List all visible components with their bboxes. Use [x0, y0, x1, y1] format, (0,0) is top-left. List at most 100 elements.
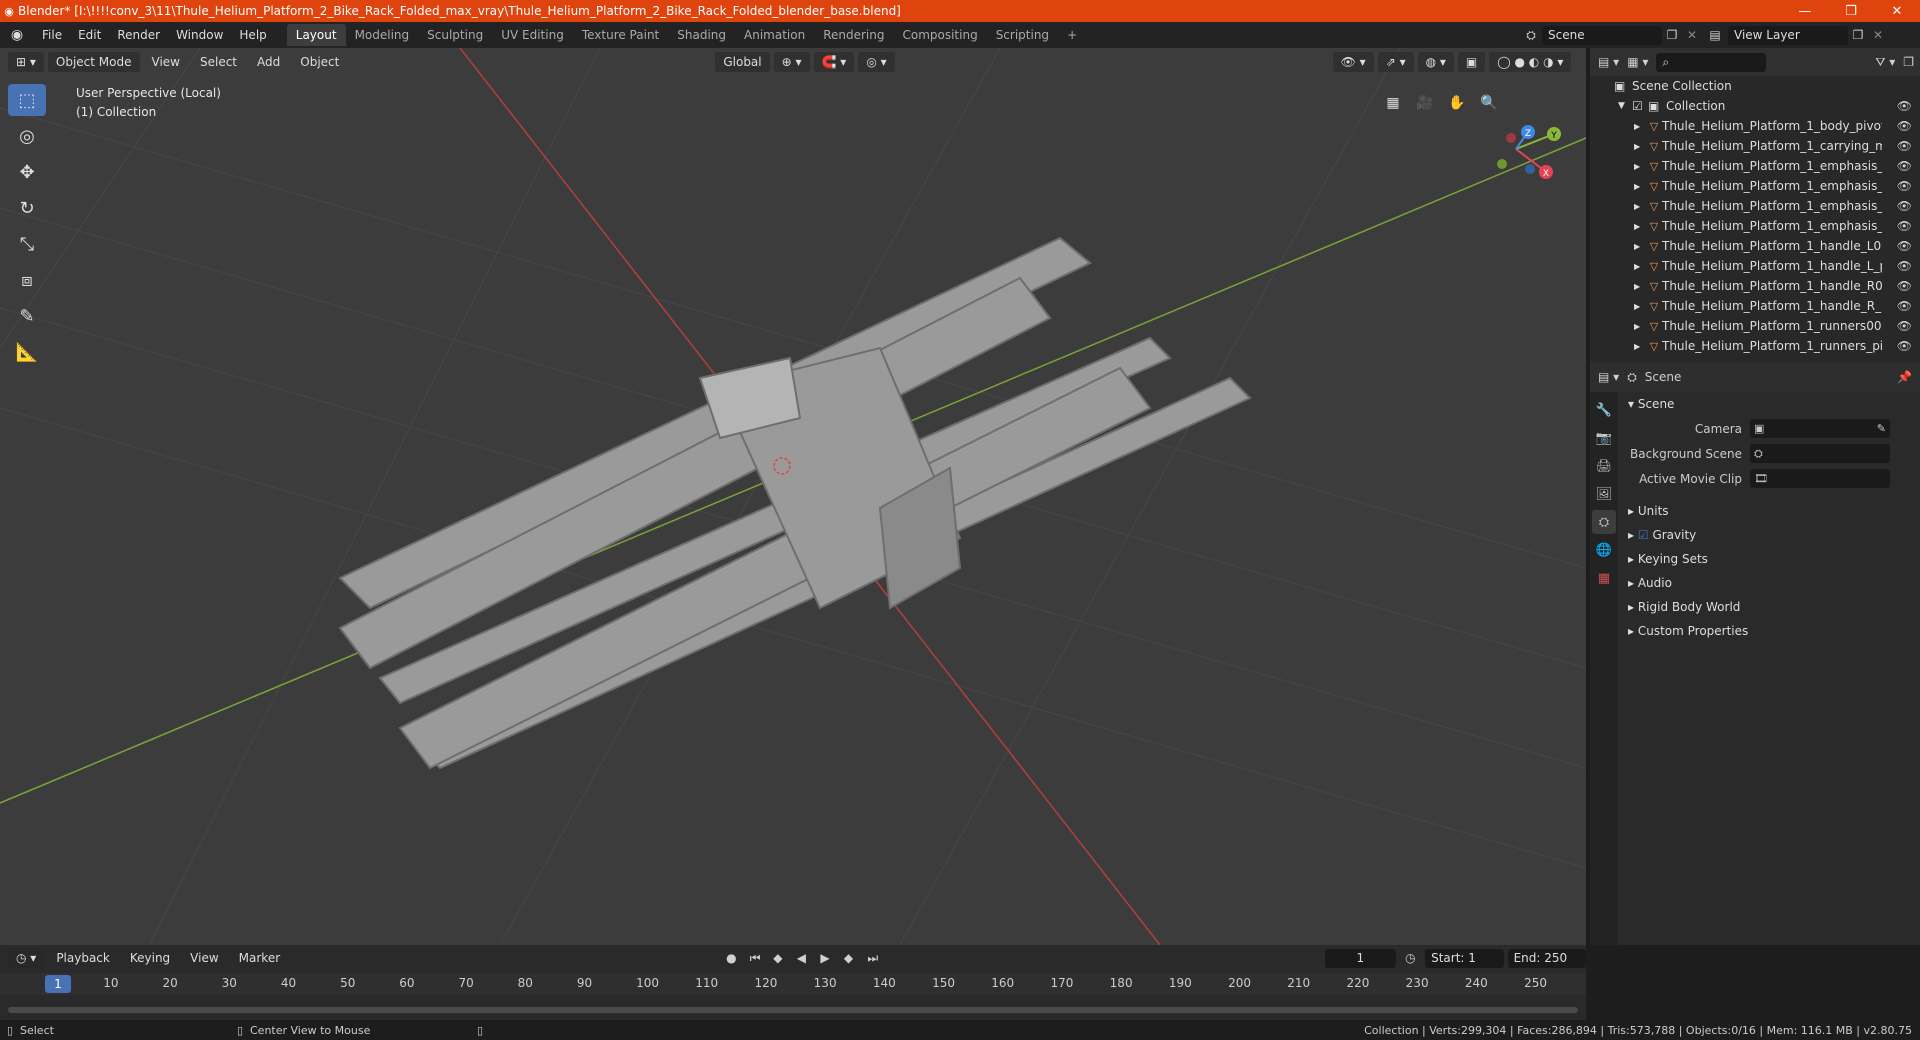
expand-arrow-icon[interactable]: ▶: [1634, 342, 1646, 351]
custom-properties-panel[interactable]: ▸ Custom Properties: [1618, 619, 1920, 643]
maximize-button[interactable]: ❐: [1828, 4, 1874, 19]
tool-tab-icon[interactable]: 🔧: [1592, 398, 1616, 422]
scene-collection-row[interactable]: ▣ Scene Collection: [1590, 76, 1920, 96]
pin-icon[interactable]: 📌: [1897, 370, 1912, 384]
snap-icon[interactable]: 🧲 ▾: [813, 52, 855, 72]
timeline-scrollbar[interactable]: [8, 1007, 1578, 1013]
tab-modeling[interactable]: Modeling: [346, 24, 419, 46]
gizmo-toggle-icon[interactable]: ⇗ ▾: [1377, 52, 1414, 72]
timeline-editor-icon[interactable]: ◷ ▾: [8, 948, 45, 968]
eye-icon[interactable]: 👁: [1897, 339, 1912, 353]
jump-start-icon[interactable]: ⏮: [750, 951, 770, 966]
gravity-panel[interactable]: ▸ ☑ Gravity: [1618, 523, 1920, 547]
scene-section-header[interactable]: ▾ Scene: [1618, 392, 1920, 416]
menu-marker[interactable]: Marker: [231, 948, 288, 968]
tab-uv-editing[interactable]: UV Editing: [492, 24, 573, 46]
eye-icon[interactable]: 👁: [1897, 199, 1912, 213]
view-layer-tab-icon[interactable]: 🖼: [1592, 482, 1616, 506]
prev-keyframe-icon[interactable]: ◆: [773, 951, 793, 965]
world-tab-icon[interactable]: 🌐: [1592, 538, 1616, 562]
outliner-item[interactable]: ▶▽Thule_Helium_Platform_1_handle_R001_pi…: [1590, 276, 1920, 296]
new-view-layer-icon[interactable]: ❐: [1848, 28, 1868, 42]
units-panel[interactable]: ▸ Units: [1618, 499, 1920, 523]
outliner-item[interactable]: ▶▽Thule_Helium_Platform_1_carrying_mecha…: [1590, 136, 1920, 156]
frame-ruler[interactable]: 1 10 20 30 40 50 60 70 80 90 100 110 120 130 140 150 160…: [0, 973, 1586, 995]
menu-view[interactable]: View: [144, 52, 188, 72]
outliner-item[interactable]: ▶▽Thule_Helium_Platform_1_emphasis_R_piv…: [1590, 216, 1920, 236]
outliner-item[interactable]: ▶▽Thule_Helium_Platform_1_handle_L_pivot…: [1590, 256, 1920, 276]
editor-type-button[interactable]: ⊞ ▾: [8, 52, 44, 72]
bike-rack-model[interactable]: [338, 236, 1252, 770]
menu-timeline-view[interactable]: View: [182, 948, 226, 968]
clock-icon[interactable]: ◷: [1400, 951, 1422, 965]
select-box-tool-icon[interactable]: ⬚: [8, 84, 46, 116]
keying-sets-panel[interactable]: ▸ Keying Sets: [1618, 547, 1920, 571]
outliner-item[interactable]: ▶▽Thule_Helium_Platform_1_runners_pivot.…: [1590, 336, 1920, 356]
eye-icon[interactable]: 👁: [1897, 179, 1912, 193]
expand-arrow-icon[interactable]: ▶: [1634, 262, 1646, 271]
blender-logo-icon[interactable]: ◉: [0, 27, 34, 43]
camera-field[interactable]: ▣ ✎: [1750, 419, 1890, 438]
eye-icon[interactable]: 👁: [1897, 259, 1912, 273]
end-frame-field[interactable]: End: 250: [1507, 948, 1587, 968]
tab-texture-paint[interactable]: Texture Paint: [573, 24, 668, 46]
tab-scripting[interactable]: Scripting: [987, 24, 1058, 46]
menu-file[interactable]: File: [34, 28, 70, 42]
camera-view-icon[interactable]: 🎥: [1412, 90, 1438, 116]
expand-arrow-icon[interactable]: ▶: [1634, 142, 1646, 151]
xray-icon[interactable]: ▣: [1457, 52, 1486, 72]
view-layer-field[interactable]: View Layer: [1728, 25, 1848, 45]
outliner-editor-icon[interactable]: ▤ ▾: [1598, 55, 1619, 69]
menu-keying[interactable]: Keying: [122, 948, 178, 968]
next-keyframe-icon[interactable]: ◆: [844, 951, 864, 965]
tab-rendering[interactable]: Rendering: [814, 24, 893, 46]
menu-edit[interactable]: Edit: [70, 28, 109, 42]
outliner-item[interactable]: ▶▽Thule_Helium_Platform_1_handle_R_pivot…: [1590, 296, 1920, 316]
tab-compositing[interactable]: Compositing: [893, 24, 986, 46]
audio-panel[interactable]: ▸ Audio: [1618, 571, 1920, 595]
current-frame-marker[interactable]: 1: [45, 975, 71, 993]
annotate-tool-icon[interactable]: ✎: [8, 300, 46, 332]
expand-arrow-icon[interactable]: ▶: [1634, 182, 1646, 191]
record-icon[interactable]: ●: [726, 951, 746, 965]
expand-arrow-icon[interactable]: ▶: [1634, 242, 1646, 251]
menu-select[interactable]: Select: [192, 52, 245, 72]
expand-arrow-icon[interactable]: ▶: [1634, 202, 1646, 211]
filter-icon[interactable]: ⛛ ▾: [1875, 55, 1895, 70]
eyedropper-icon[interactable]: ✎: [1877, 422, 1886, 435]
output-tab-icon[interactable]: 🖨: [1592, 454, 1616, 478]
checkbox-icon[interactable]: ☑: [1632, 99, 1648, 113]
rotate-tool-icon[interactable]: ↻: [8, 192, 46, 224]
visibility-icon[interactable]: 👁 ▾: [1332, 52, 1374, 72]
scene-tab-icon[interactable]: ⛭: [1592, 510, 1616, 534]
eye-icon[interactable]: 👁: [1897, 279, 1912, 293]
expand-arrow-icon[interactable]: ▶: [1634, 282, 1646, 291]
scale-tool-icon[interactable]: ⤡: [8, 228, 46, 260]
eye-icon[interactable]: 👁: [1897, 319, 1912, 333]
menu-add[interactable]: Add: [249, 52, 288, 72]
menu-help[interactable]: Help: [231, 28, 274, 42]
start-frame-field[interactable]: Start: 1: [1425, 948, 1504, 968]
eye-icon[interactable]: 👁: [1897, 99, 1912, 113]
tab-sculpting[interactable]: Sculpting: [418, 24, 492, 46]
pivot-icon[interactable]: ⊕ ▾: [773, 52, 810, 72]
move-tool-icon[interactable]: ✥: [8, 156, 46, 188]
collection-row[interactable]: ▼ ☑ ▣ Collection 👁: [1590, 96, 1920, 116]
eye-icon[interactable]: 👁: [1897, 299, 1912, 313]
overlay-toggle-icon[interactable]: ◍ ▾: [1417, 52, 1454, 72]
expand-arrow-icon[interactable]: ▼: [1618, 101, 1632, 111]
new-collection-icon[interactable]: ❐: [1903, 55, 1914, 69]
outliner-item[interactable]: ▶▽Thule_Helium_Platform_1_body_pivot.001…: [1590, 116, 1920, 136]
eye-icon[interactable]: 👁: [1897, 119, 1912, 133]
background-scene-field[interactable]: ⛭: [1750, 444, 1890, 463]
3d-viewport[interactable]: ⊞ ▾ Object Mode View Select Add Object G…: [0, 48, 1586, 945]
transform-orientation-selector[interactable]: Global: [715, 52, 770, 72]
expand-arrow-icon[interactable]: ▶: [1634, 302, 1646, 311]
menu-object[interactable]: Object: [292, 52, 347, 72]
delete-view-layer-icon[interactable]: ✕: [1868, 28, 1888, 42]
gravity-checkbox[interactable]: ☑: [1638, 528, 1649, 542]
mode-selector[interactable]: Object Mode: [47, 52, 140, 72]
delete-scene-icon[interactable]: ✕: [1682, 28, 1702, 42]
close-button[interactable]: ✕: [1874, 4, 1920, 19]
tab-animation[interactable]: Animation: [735, 24, 814, 46]
